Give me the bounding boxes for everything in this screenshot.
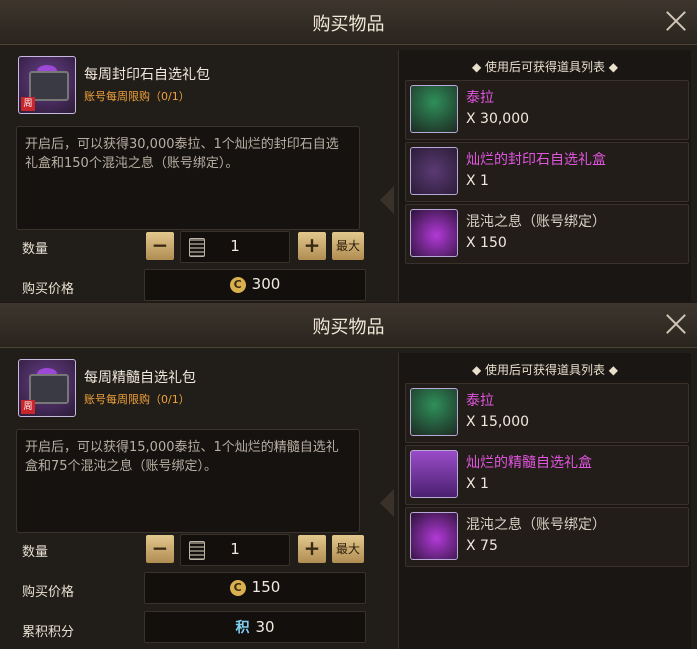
reward-item-qty: X 150: [466, 235, 507, 251]
quantity-value: 1: [230, 540, 240, 558]
reward-item-qty: X 1: [466, 476, 489, 492]
reward-item-name: 泰拉: [466, 90, 494, 106]
reward-item[interactable]: 混沌之息（账号绑定） X 75: [405, 507, 689, 567]
points-value: 30: [255, 618, 275, 636]
points-label: 累积积分: [22, 625, 75, 640]
price-display: C 150: [144, 572, 366, 604]
close-icon[interactable]: [663, 311, 689, 337]
reward-list: ◆ 使用后可获得道具列表 ◆ 泰拉 X 30,000 灿烂的封印石自选礼盒 X …: [398, 50, 691, 302]
essence-box-icon: [410, 450, 458, 498]
max-quantity-button[interactable]: 最大: [332, 232, 364, 260]
reward-item-qty: X 75: [466, 538, 498, 554]
dialog-title: 购买物品: [312, 317, 385, 338]
seal-stone-box-icon: [410, 147, 458, 195]
price-value: 300: [251, 275, 281, 293]
tera-chest-icon: [410, 85, 458, 133]
reward-item[interactable]: 泰拉 X 15,000: [405, 383, 689, 443]
dialog-titlebar: 购买物品: [0, 303, 697, 348]
reward-item[interactable]: 灿烂的封印石自选礼盒 X 1: [405, 142, 689, 202]
gift-chest-icon: 周: [18, 359, 76, 417]
package-name: 每周封印石自选礼包: [84, 67, 210, 83]
purchase-details: 周 每周精髓自选礼包 账号每周限购（0/1） 开启后，可以获得15,000泰拉、…: [12, 353, 384, 649]
package-description: 开启后，可以获得30,000泰拉、1个灿烂的封印石自选礼盒和150个混沌之息（账…: [16, 126, 360, 230]
purchase-limit: 账号每周限购（0/1）: [84, 393, 190, 406]
chaos-breath-icon: [410, 209, 458, 257]
quantity-input[interactable]: 1: [180, 231, 290, 263]
reward-item-name: 灿烂的精髓自选礼盒: [466, 455, 592, 471]
gift-chest-icon: 周: [18, 56, 76, 114]
reward-item-name: 泰拉: [466, 393, 494, 409]
pointer-arrow: [380, 186, 394, 214]
reward-item-qty: X 30,000: [466, 111, 530, 127]
reward-item[interactable]: 混沌之息（账号绑定） X 150: [405, 204, 689, 264]
package-name: 每周精髓自选礼包: [84, 370, 196, 386]
close-icon[interactable]: [663, 8, 689, 34]
reward-item-name: 灿烂的封印石自选礼盒: [466, 152, 606, 168]
reward-list-header: ◆ 使用后可获得道具列表 ◆: [471, 363, 619, 377]
price-display: C 300: [144, 269, 366, 301]
purchase-dialog-1: 购买物品 周 每周封印石自选礼包 账号每周限购（0/1） 开启后，可以获得30,…: [0, 0, 697, 302]
points-icon: 积: [235, 620, 250, 636]
reward-list-header: ◆ 使用后可获得道具列表 ◆: [471, 60, 619, 74]
quantity-value: 1: [230, 237, 240, 255]
coin-icon: C: [229, 580, 246, 596]
decrease-quantity-button[interactable]: −: [146, 232, 174, 260]
reward-item-name: 混沌之息（账号绑定）: [466, 214, 606, 230]
quantity-input[interactable]: 1: [180, 534, 290, 566]
reward-list: ◆ 使用后可获得道具列表 ◆ 泰拉 X 15,000 灿烂的精髓自选礼盒 X 1…: [398, 353, 691, 649]
purchase-dialog-2: 购买物品 周 每周精髓自选礼包 账号每周限购（0/1） 开启后，可以获得15,0…: [0, 303, 697, 649]
decrease-quantity-button[interactable]: −: [146, 535, 174, 563]
increase-quantity-button[interactable]: +: [298, 535, 326, 563]
reward-item-qty: X 15,000: [466, 414, 530, 430]
dialog-titlebar: 购买物品: [0, 0, 697, 45]
price-label: 购买价格: [22, 585, 75, 600]
tera-chest-icon: [410, 388, 458, 436]
price-value: 150: [251, 578, 281, 596]
reward-item-qty: X 1: [466, 173, 489, 189]
points-display: 积 30: [144, 611, 366, 643]
purchase-details: 周 每周封印石自选礼包 账号每周限购（0/1） 开启后，可以获得30,000泰拉…: [12, 50, 384, 301]
pointer-arrow: [380, 489, 394, 517]
max-quantity-button[interactable]: 最大: [332, 535, 364, 563]
reward-item[interactable]: 泰拉 X 30,000: [405, 80, 689, 140]
increase-quantity-button[interactable]: +: [298, 232, 326, 260]
chaos-breath-icon: [410, 512, 458, 560]
coin-icon: C: [229, 277, 246, 293]
price-label: 购买价格: [22, 282, 75, 297]
purchase-limit: 账号每周限购（0/1）: [84, 90, 190, 103]
reward-item-name: 混沌之息（账号绑定）: [466, 517, 606, 533]
package-description: 开启后，可以获得15,000泰拉、1个灿烂的精髓自选礼盒和75个混沌之息（账号绑…: [16, 429, 360, 533]
quantity-label: 数量: [22, 242, 49, 257]
dialog-title: 购买物品: [312, 14, 385, 35]
reward-item[interactable]: 灿烂的精髓自选礼盒 X 1: [405, 445, 689, 505]
quantity-label: 数量: [22, 545, 49, 560]
